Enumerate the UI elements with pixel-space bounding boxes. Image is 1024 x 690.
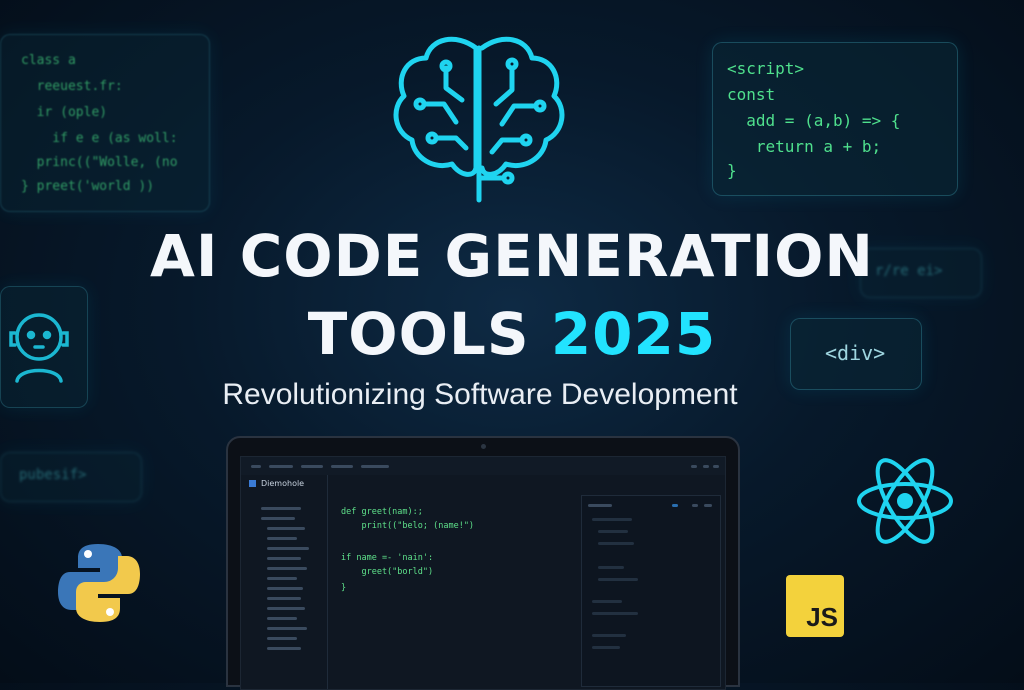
- hero-title-prefix: TOOLS: [307, 300, 551, 368]
- react-atom-icon: [857, 458, 953, 544]
- code-panel-left: class a reeuest.fr: ir (ople) if e e (as…: [0, 34, 210, 212]
- code-line: ir (ople): [21, 105, 108, 120]
- code-line: add = (a,b) => {: [727, 111, 901, 130]
- editor-line: greet("borld"): [341, 567, 434, 577]
- code-line: }: [727, 161, 737, 180]
- editor-sidebar: [241, 475, 328, 689]
- hero-subtitle: Revolutionizing Software Development: [222, 378, 738, 411]
- code-line: if e e (as woll:: [21, 131, 178, 146]
- editor-line: print(("belo; (name!"): [341, 521, 475, 531]
- code-line: return a + b;: [727, 137, 882, 156]
- laptop-screen: Diemohole def greet(nam):; print(("belo;…: [240, 456, 726, 690]
- editor-line: if name =- 'nain':: [341, 553, 434, 563]
- editor-line: def greet(nam):;: [341, 507, 423, 517]
- code-line: class a: [21, 53, 76, 68]
- code-panel-right: <script> const add = (a,b) => { return a…: [712, 42, 958, 196]
- code-line: princ(("Wolle, (no: [21, 155, 178, 170]
- js-label: JS: [806, 602, 838, 632]
- hero-title-year: 2025: [550, 300, 717, 368]
- hero-title-line1: AI CODE GENERATION: [150, 222, 874, 290]
- faint-code-panel: pubesif>: [0, 452, 142, 502]
- laptop: Diemohole def greet(nam):; print(("belo;…: [226, 436, 740, 690]
- faint-code-text: pubesif>: [19, 467, 87, 483]
- python-logo-icon: [58, 544, 140, 622]
- hero-title-line2: TOOLS 2025: [0, 300, 1024, 368]
- editor-right-panel: [581, 495, 721, 687]
- laptop-camera: [481, 444, 486, 449]
- editor-topbar: [241, 457, 725, 475]
- code-line: } preet('world )): [21, 179, 155, 194]
- folder-icon: [249, 480, 256, 487]
- javascript-logo-icon: JS: [786, 575, 844, 637]
- editor-line: }: [341, 583, 347, 593]
- code-line: const: [727, 85, 776, 104]
- code-line: reeuest.fr:: [21, 79, 123, 94]
- brain-circuit-icon: [393, 36, 565, 203]
- code-line: <script>: [727, 59, 805, 78]
- project-name: Diemohole: [261, 479, 305, 488]
